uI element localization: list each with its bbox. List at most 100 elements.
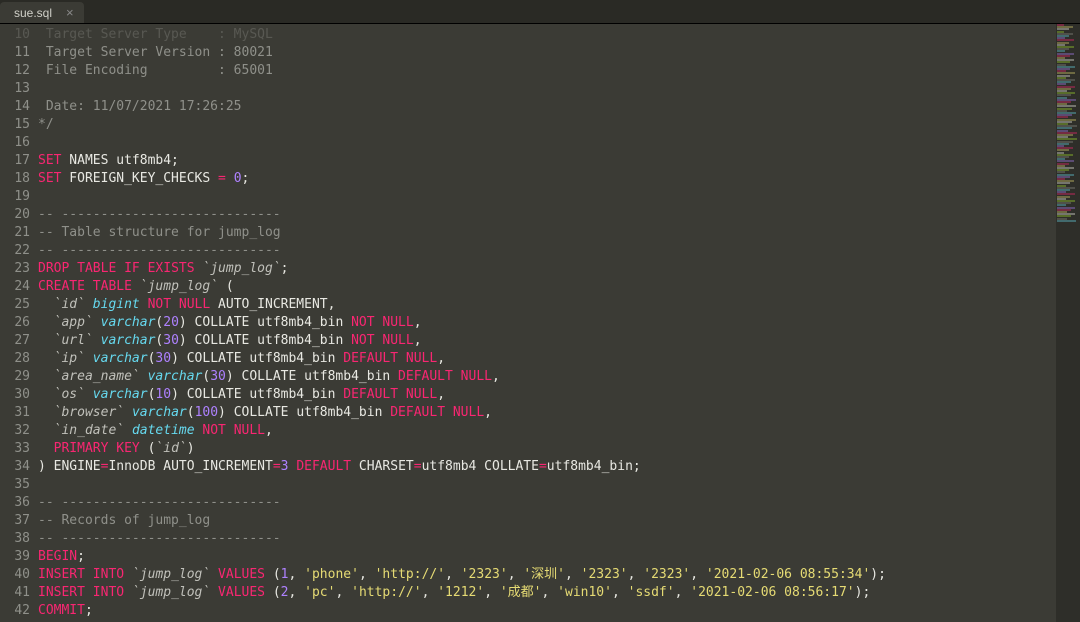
- code-token: `jump_log`: [140, 279, 218, 294]
- line-number: 23: [0, 260, 30, 278]
- code-token: ,: [414, 333, 422, 348]
- code-line[interactable]: -- ----------------------------: [38, 206, 1056, 224]
- line-number: 22: [0, 242, 30, 260]
- line-number: 13: [0, 80, 30, 98]
- code-token: TABLE: [93, 279, 132, 294]
- code-token: NULL: [382, 333, 413, 348]
- code-token: [85, 279, 93, 294]
- code-token: INSERT: [38, 585, 85, 600]
- code-line[interactable]: -- ----------------------------: [38, 494, 1056, 512]
- code-line[interactable]: Target Server Version : 80021: [38, 44, 1056, 62]
- code-token: [38, 315, 54, 330]
- code-line[interactable]: File Encoding : 65001: [38, 62, 1056, 80]
- code-line[interactable]: Date: 11/07/2021 17:26:25: [38, 98, 1056, 116]
- code-token: [398, 387, 406, 402]
- line-number: 42: [0, 602, 30, 620]
- close-icon[interactable]: ×: [66, 6, 74, 19]
- code-token: NOT: [202, 423, 225, 438]
- code-line[interactable]: `ip` varchar(30) COLLATE utf8mb4_bin DEF…: [38, 350, 1056, 368]
- code-token: [93, 315, 101, 330]
- code-line[interactable]: [38, 188, 1056, 206]
- line-number: 10: [0, 26, 30, 44]
- code-line[interactable]: ) ENGINE=InnoDB AUTO_INCREMENT=3 DEFAULT…: [38, 458, 1056, 476]
- code-line[interactable]: `id` bigint NOT NULL AUTO_INCREMENT,: [38, 296, 1056, 314]
- code-token: ) COLLATE utf8mb4_bin: [218, 405, 390, 420]
- code-token: [116, 261, 124, 276]
- code-line[interactable]: [38, 476, 1056, 494]
- line-number: 19: [0, 188, 30, 206]
- code-token: ;: [85, 603, 93, 618]
- file-tab[interactable]: sue.sql ×: [0, 2, 84, 23]
- code-line[interactable]: [38, 134, 1056, 152]
- code-token: '成都': [500, 585, 542, 600]
- code-token: -- ----------------------------: [38, 243, 281, 258]
- code-token: utf8mb4 COLLATE: [422, 459, 539, 474]
- code-token: [38, 369, 54, 384]
- code-token: `id`: [155, 441, 186, 456]
- file-tab-title: sue.sql: [14, 6, 52, 20]
- code-token: NULL: [406, 351, 437, 366]
- code-line[interactable]: BEGIN;: [38, 548, 1056, 566]
- code-token: '2323': [461, 567, 508, 582]
- code-line[interactable]: -- Table structure for jump_log: [38, 224, 1056, 242]
- code-token: `jump_log`: [202, 261, 280, 276]
- code-line[interactable]: INSERT INTO `jump_log` VALUES (1, 'phone…: [38, 566, 1056, 584]
- code-token: NOT: [351, 333, 374, 348]
- minimap[interactable]: [1056, 24, 1080, 622]
- code-line[interactable]: CREATE TABLE `jump_log` (: [38, 278, 1056, 296]
- code-token: 2: [281, 585, 289, 600]
- code-token: [226, 171, 234, 186]
- code-token: [93, 333, 101, 348]
- code-token: ,: [359, 567, 375, 582]
- editor[interactable]: 1011121314151617181920212223242526272829…: [0, 24, 1056, 622]
- code-token: 30: [210, 369, 226, 384]
- code-line[interactable]: -- ----------------------------: [38, 530, 1056, 548]
- code-line[interactable]: `app` varchar(20) COLLATE utf8mb4_bin NO…: [38, 314, 1056, 332]
- code-token: varchar: [93, 387, 148, 402]
- code-area[interactable]: Target Server Type : MySQL Target Server…: [38, 24, 1056, 622]
- line-number: 40: [0, 566, 30, 584]
- code-token: 1: [281, 567, 289, 582]
- code-token: [85, 585, 93, 600]
- code-token: SET: [38, 153, 61, 168]
- tab-bar: sue.sql ×: [0, 0, 1080, 24]
- code-token: VALUES: [218, 585, 265, 600]
- code-token: `app`: [54, 315, 93, 330]
- code-line[interactable]: `url` varchar(30) COLLATE utf8mb4_bin NO…: [38, 332, 1056, 350]
- code-token: NULL: [382, 315, 413, 330]
- code-token: ,: [289, 567, 305, 582]
- code-token: FOREIGN_KEY_CHECKS: [61, 171, 218, 186]
- code-line[interactable]: `browser` varchar(100) COLLATE utf8mb4_b…: [38, 404, 1056, 422]
- code-line[interactable]: SET FOREIGN_KEY_CHECKS = 0;: [38, 170, 1056, 188]
- code-token: NULL: [234, 423, 265, 438]
- code-token: InnoDB AUTO_INCREMENT: [108, 459, 272, 474]
- code-token: 20: [163, 315, 179, 330]
- line-number: 31: [0, 404, 30, 422]
- code-token: ,: [289, 585, 305, 600]
- code-line[interactable]: `in_date` datetime NOT NULL,: [38, 422, 1056, 440]
- code-line[interactable]: DROP TABLE IF EXISTS `jump_log`;: [38, 260, 1056, 278]
- code-token: [398, 351, 406, 366]
- code-token: EXISTS: [148, 261, 195, 276]
- code-token: `area_name`: [54, 369, 140, 384]
- code-line[interactable]: Target Server Type : MySQL: [38, 26, 1056, 44]
- code-token: ,: [265, 423, 273, 438]
- code-token: =: [539, 459, 547, 474]
- code-line[interactable]: `os` varchar(10) COLLATE utf8mb4_bin DEF…: [38, 386, 1056, 404]
- code-line[interactable]: [38, 80, 1056, 98]
- line-number: 20: [0, 206, 30, 224]
- code-token: =: [273, 459, 281, 474]
- code-line[interactable]: -- Records of jump_log: [38, 512, 1056, 530]
- code-token: ,: [484, 405, 492, 420]
- code-line[interactable]: `area_name` varchar(30) COLLATE utf8mb4_…: [38, 368, 1056, 386]
- code-line[interactable]: -- ----------------------------: [38, 242, 1056, 260]
- line-number: 16: [0, 134, 30, 152]
- code-token: '2323': [581, 567, 628, 582]
- code-token: AUTO_INCREMENT,: [210, 297, 335, 312]
- code-line[interactable]: */: [38, 116, 1056, 134]
- code-line[interactable]: PRIMARY KEY (`id`): [38, 440, 1056, 458]
- code-line[interactable]: COMMIT;: [38, 602, 1056, 620]
- code-line[interactable]: INSERT INTO `jump_log` VALUES (2, 'pc', …: [38, 584, 1056, 602]
- code-line[interactable]: SET NAMES utf8mb4;: [38, 152, 1056, 170]
- code-token: VALUES: [218, 567, 265, 582]
